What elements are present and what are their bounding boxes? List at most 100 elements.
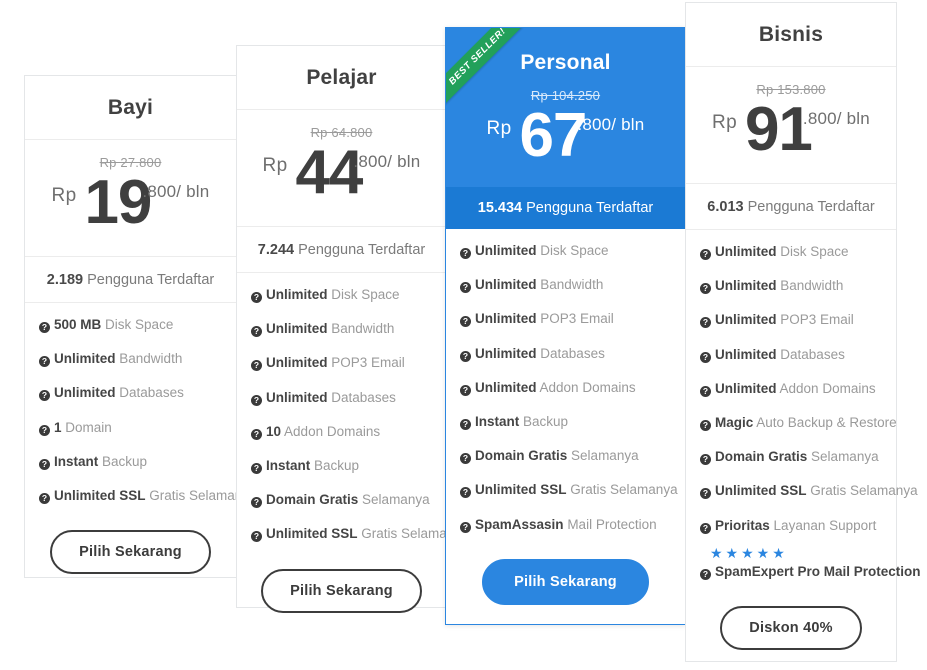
help-icon[interactable]: ?: [460, 487, 471, 499]
feature-text: Addon Domains: [539, 379, 636, 395]
choose-plan-button[interactable]: Diskon 40%: [720, 605, 862, 650]
help-icon[interactable]: ?: [700, 249, 711, 260]
feature-highlight: Unlimited: [475, 345, 537, 361]
pricing-card-pelajar: Pelajar Rp 64.800 Rp 44.800/ bln 7.244 Pengg…: [236, 45, 469, 613]
feature-highlight: Unlimited: [266, 321, 328, 337]
price-period: .800/ bln: [142, 182, 210, 201]
help-icon[interactable]: ?: [460, 453, 471, 465]
feature-highlight: Unlimited: [475, 379, 537, 395]
feature-item: ? SpamAssasin Mail Protection: [446, 517, 685, 533]
feature-highlight: Unlimited: [475, 243, 537, 258]
choose-plan-button[interactable]: Pilih Sekarang: [50, 530, 211, 575]
help-icon[interactable]: ?: [39, 424, 50, 436]
price-currency: Rp: [712, 112, 737, 133]
help-icon[interactable]: ?: [460, 418, 471, 430]
cta-container: Pilih Sekarang: [25, 522, 236, 594]
help-icon[interactable]: ?: [251, 360, 262, 372]
help-icon[interactable]: ?: [460, 521, 471, 533]
help-icon[interactable]: ?: [251, 394, 262, 406]
help-icon[interactable]: ?: [460, 282, 471, 294]
feature-item: ? Instant Backup: [446, 414, 685, 430]
feature-item: ? Unlimited POP3 Email: [446, 311, 685, 328]
help-icon[interactable]: ?: [460, 316, 471, 328]
help-icon[interactable]: ?: [39, 458, 50, 470]
help-icon[interactable]: ?: [460, 248, 471, 259]
feature-text: Databases: [780, 346, 845, 362]
feature-text: Backup: [523, 413, 569, 429]
feature-highlight: Unlimited SSL: [475, 482, 567, 498]
feature-highlight: 10: [266, 423, 282, 439]
registered-users-count: 2.189: [46, 272, 84, 288]
registered-users-label: Pengguna Terdaftar: [87, 272, 215, 288]
feature-item: ? Unlimited POP3 Email: [237, 355, 446, 372]
help-icon[interactable]: ?: [460, 384, 471, 396]
registered-users: 6.013 Pengguna Terdaftar: [686, 184, 896, 230]
feature-highlight: Domain Gratis: [715, 449, 808, 465]
help-icon[interactable]: ?: [700, 283, 711, 295]
choose-plan-button[interactable]: Pilih Sekarang: [482, 558, 649, 605]
feature-highlight: Unlimited: [715, 244, 777, 259]
pricing-card-bayi: Bayi Rp 27.800 Rp 19.800/ bln 2.189 Pengguna…: [24, 75, 257, 578]
feature-item: ? Domain Gratis Selamanya: [446, 448, 685, 465]
help-icon[interactable]: ?: [39, 356, 50, 368]
feature-text: Layanan Support: [773, 517, 877, 533]
feature-item: ? Unlimited Bandwidth: [25, 351, 236, 368]
help-icon[interactable]: ?: [251, 497, 262, 509]
feature-highlight: Unlimited: [54, 385, 116, 401]
price-period: .800/ bln: [353, 152, 421, 171]
help-icon[interactable]: ?: [251, 326, 262, 338]
help-icon[interactable]: ?: [251, 292, 262, 303]
feature-highlight: Unlimited SSL: [54, 487, 146, 503]
feature-text: Gratis Selamanya: [570, 482, 678, 498]
feature-highlight: SpamAssasin: [475, 516, 564, 532]
feature-item: ? Unlimited SSL Gratis Selamanya: [25, 487, 257, 504]
choose-plan-button[interactable]: Pilih Sekarang: [261, 568, 422, 613]
feature-list: ? Unlimited Disk Space? Unlimited Bandwidt…: [237, 273, 469, 543]
feature-list: ? Unlimited Disk Space? Unlimited Bandwidt…: [686, 230, 921, 580]
feature-text: POP3 Email: [331, 355, 405, 371]
feature-text: Selamanya: [362, 492, 430, 508]
help-icon[interactable]: ?: [39, 492, 50, 504]
feature-item: ? Unlimited Bandwidth: [446, 277, 685, 294]
help-icon[interactable]: ?: [700, 317, 711, 329]
feature-text: POP3 Email: [540, 311, 614, 327]
feature-highlight: Instant: [266, 457, 311, 473]
help-icon[interactable]: ?: [700, 454, 711, 466]
help-icon[interactable]: ?: [251, 531, 262, 543]
feature-item: ? Magic Auto Backup & Restore: [686, 415, 897, 431]
help-icon[interactable]: ?: [39, 322, 50, 333]
help-icon[interactable]: ?: [700, 522, 711, 534]
cta-container: Pilih Sekarang: [237, 561, 446, 633]
feature-item: ? 1 Domain: [25, 420, 236, 436]
feature-highlight: Unlimited: [54, 351, 116, 367]
feature-highlight: Unlimited SSL: [266, 526, 358, 542]
current-price: Rp 67.800/ bln: [446, 105, 685, 179]
feature-item: ? Instant Backup: [25, 454, 236, 470]
help-icon[interactable]: ?: [460, 350, 471, 362]
feature-item: ? Unlimited SSL Gratis Selamanya: [237, 526, 469, 543]
price-block: Rp 27.800 Rp 19.800/ bln: [25, 140, 236, 257]
card-head: Bayi Rp 27.800 Rp 19.800/ bln 2.189 Pengguna…: [25, 76, 236, 303]
feature-highlight: SpamExpert Pro Mail Protection: [715, 563, 921, 579]
feature-item: ? SpamExpert Pro Mail Protection: [686, 564, 921, 580]
feature-item: ? Unlimited Disk Space: [446, 243, 685, 259]
help-icon[interactable]: ?: [700, 385, 711, 397]
registered-users-label: Pengguna Terdaftar: [298, 242, 426, 258]
help-icon[interactable]: ?: [39, 390, 50, 402]
help-icon[interactable]: ?: [700, 488, 711, 500]
help-icon[interactable]: ?: [251, 462, 262, 474]
feature-text: Disk Space: [780, 244, 849, 259]
help-icon[interactable]: ?: [251, 428, 262, 440]
current-price: Rp 44.800/ bln: [237, 142, 446, 216]
feature-text: Gratis Selamanya: [810, 483, 918, 499]
feature-highlight: 1: [54, 419, 62, 435]
feature-highlight: Unlimited: [266, 355, 328, 371]
price-currency: Rp: [486, 118, 512, 139]
help-icon[interactable]: ?: [700, 419, 711, 431]
feature-text: Selamanya: [811, 449, 879, 465]
feature-text: Bandwidth: [331, 321, 395, 337]
registered-users-count: 15.434: [477, 200, 523, 216]
help-icon[interactable]: ?: [700, 568, 711, 580]
help-icon[interactable]: ?: [700, 351, 711, 363]
feature-text: Disk Space: [331, 287, 400, 302]
